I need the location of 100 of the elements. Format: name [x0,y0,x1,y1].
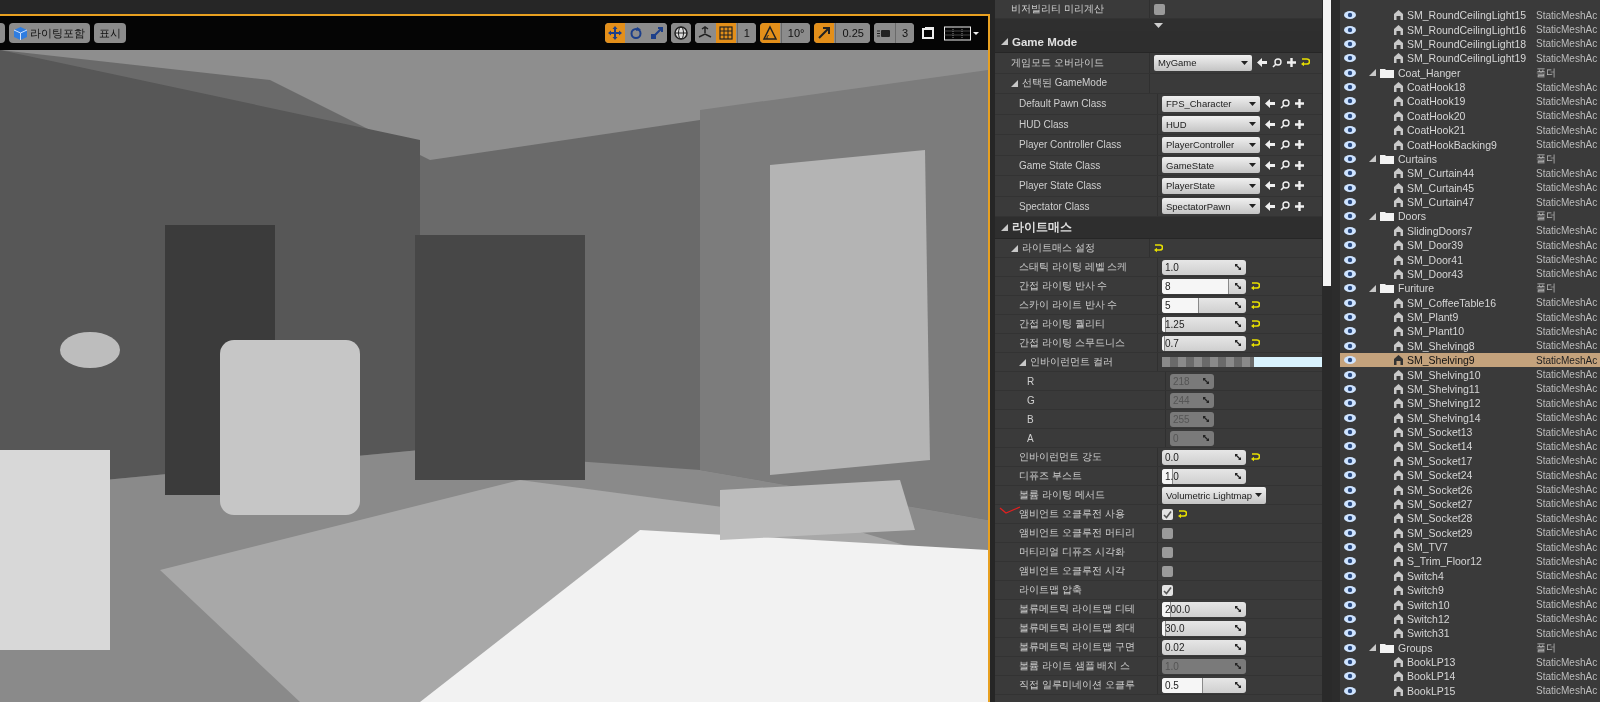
eye-icon[interactable] [1344,313,1356,322]
expand-arrow-icon[interactable] [1369,155,1376,163]
eye-icon[interactable] [1344,241,1356,250]
outliner-row[interactable]: SlidingDoors7 StaticMeshAc [1340,223,1600,238]
plus-icon[interactable] [1295,140,1304,150]
outliner-row[interactable]: SM_CoffeeTable16 StaticMeshAc [1340,295,1600,310]
eye-icon[interactable] [1344,111,1356,120]
outliner-row[interactable]: SM_Socket29 StaticMeshAc [1340,525,1600,540]
toolbar-toggle[interactable] [694,23,715,43]
eye-icon[interactable] [1344,97,1356,106]
expand-arrow-icon[interactable] [1154,22,1163,28]
number-field[interactable]: 0.02 [1162,639,1246,655]
number-field[interactable]: 1.0 [1162,259,1246,275]
expand-arrow-icon[interactable] [1011,79,1018,87]
class-dropdown[interactable]: MyGame [1154,54,1252,71]
toolbar-toggle[interactable] [814,23,835,43]
outliner-row[interactable]: SM_Shelving14 StaticMeshAc [1340,410,1600,425]
plus-icon[interactable] [1295,160,1304,170]
outliner-row[interactable]: Switch10 StaticMeshAc [1340,597,1600,612]
reset-icon[interactable] [1251,281,1260,291]
outliner-row[interactable]: BookLP15 StaticMeshAc [1340,683,1600,698]
reset-icon[interactable] [1251,300,1260,310]
number-field[interactable]: 30.0 [1162,620,1246,636]
eye-icon[interactable] [1344,528,1356,537]
outliner-row[interactable]: SM_TV7 StaticMeshAc [1340,539,1600,555]
number-field[interactable]: 0.7 [1162,335,1246,351]
outliner-row[interactable]: SM_Door43 StaticMeshAc [1340,266,1600,282]
number-field[interactable]: 1.0 [1162,468,1246,484]
eye-icon[interactable] [1344,183,1356,192]
eye-icon[interactable] [1344,543,1356,552]
expand-arrow-icon[interactable] [1369,284,1376,292]
outliner-row[interactable]: SM_RoundCeilingLight15 StaticMeshAc [1340,8,1600,23]
expand-arrow-icon[interactable] [1369,212,1376,220]
outliner-row[interactable]: SM_Door39 StaticMeshAc [1340,238,1600,253]
eye-icon[interactable] [1344,672,1356,681]
eye-icon[interactable] [1344,629,1356,638]
snap-value[interactable]: 10° [780,23,811,43]
plus-icon[interactable] [1295,119,1304,129]
toolbar-button[interactable]: 라이팅포함 [9,23,90,43]
eye-icon[interactable] [1344,341,1356,350]
eye-icon[interactable] [1344,471,1356,480]
expand-arrow-icon[interactable] [1001,224,1008,231]
outliner-row[interactable]: SM_Door41 StaticMeshAc [1340,252,1600,267]
reset-icon[interactable] [1178,509,1187,519]
checkbox[interactable] [1154,3,1165,15]
outliner-row[interactable]: SM_Socket14 StaticMeshAc [1340,439,1600,454]
eye-icon[interactable] [1344,140,1356,149]
snap-value[interactable]: 0.25 [835,23,870,43]
outliner-row[interactable]: SM_RoundCeilingLight19 StaticMeshAc [1340,51,1600,66]
outliner-row[interactable]: SM_RoundCeilingLight16 StaticMeshAc [1340,22,1600,37]
eye-icon[interactable] [1344,499,1356,508]
number-field[interactable]: 200.0 [1162,601,1246,617]
outliner-row[interactable]: S_Trim_Floor12 StaticMeshAc [1340,554,1600,569]
eye-icon[interactable] [1344,428,1356,437]
eye-icon[interactable] [1344,198,1356,207]
plus-icon[interactable] [1295,99,1304,109]
snap-value[interactable]: 1 [736,23,756,43]
outliner-row[interactable]: SM_Socket27 StaticMeshAc [1340,496,1600,512]
outliner-row[interactable]: SM_Curtain47 StaticMeshAc [1340,194,1600,210]
eye-icon[interactable] [1344,83,1356,92]
outliner-row[interactable]: Doors 폴더 [1340,209,1600,224]
checkbox[interactable] [1162,546,1173,558]
eye-icon[interactable] [1344,212,1356,221]
outliner-row[interactable]: SM_Shelving12 StaticMeshAc [1340,396,1600,411]
search-icon[interactable] [1280,201,1290,212]
outliner-row[interactable]: SM_RoundCeilingLight18 StaticMeshAc [1340,36,1600,52]
expand-arrow-icon[interactable] [1001,38,1008,45]
checkbox[interactable] [1162,508,1173,520]
expand-arrow-icon[interactable] [1019,358,1026,366]
outliner-row[interactable]: Groups 폴더 [1340,640,1600,655]
eye-icon[interactable] [1344,456,1356,465]
eye-icon[interactable] [1344,54,1356,63]
toolbar-toggle[interactable] [942,23,982,43]
search-icon[interactable] [1280,160,1290,171]
outliner-row[interactable]: SM_Plant9 StaticMeshAc [1340,309,1600,325]
eye-icon[interactable] [1344,571,1356,580]
eye-icon[interactable] [1344,327,1356,336]
outliner-row[interactable]: Switch4 StaticMeshAc [1340,568,1600,583]
plus-icon[interactable] [1295,181,1304,191]
outliner-row[interactable]: SM_Socket26 StaticMeshAc [1340,482,1600,497]
expand-arrow-icon[interactable] [1369,69,1376,77]
class-dropdown[interactable]: HUD [1162,116,1260,133]
eye-icon[interactable] [1344,413,1356,422]
number-field[interactable]: 0.5 [1162,677,1246,693]
eye-icon[interactable] [1344,226,1356,235]
eye-icon[interactable] [1344,11,1356,20]
expand-arrow-icon[interactable] [1011,244,1018,252]
plus-icon[interactable] [1295,201,1304,211]
toolbar-toggle[interactable] [759,23,780,43]
toolbar-toggle[interactable] [670,23,691,43]
scrollbar-thumb[interactable] [1323,0,1331,286]
eye-icon[interactable] [1344,442,1356,451]
eye-icon[interactable] [1344,384,1356,393]
outliner-row[interactable]: Coat_Hanger 폴더 [1340,65,1600,80]
outliner-row[interactable]: Curtains 폴더 [1340,151,1600,167]
number-field[interactable]: 0.0 [1162,449,1246,465]
search-icon[interactable] [1280,98,1290,109]
method-dropdown[interactable]: Volumetric Lightmap [1162,486,1267,504]
search-icon[interactable] [1280,119,1290,130]
outliner-row[interactable]: CoatHookBacking9 StaticMeshAc [1340,137,1600,152]
